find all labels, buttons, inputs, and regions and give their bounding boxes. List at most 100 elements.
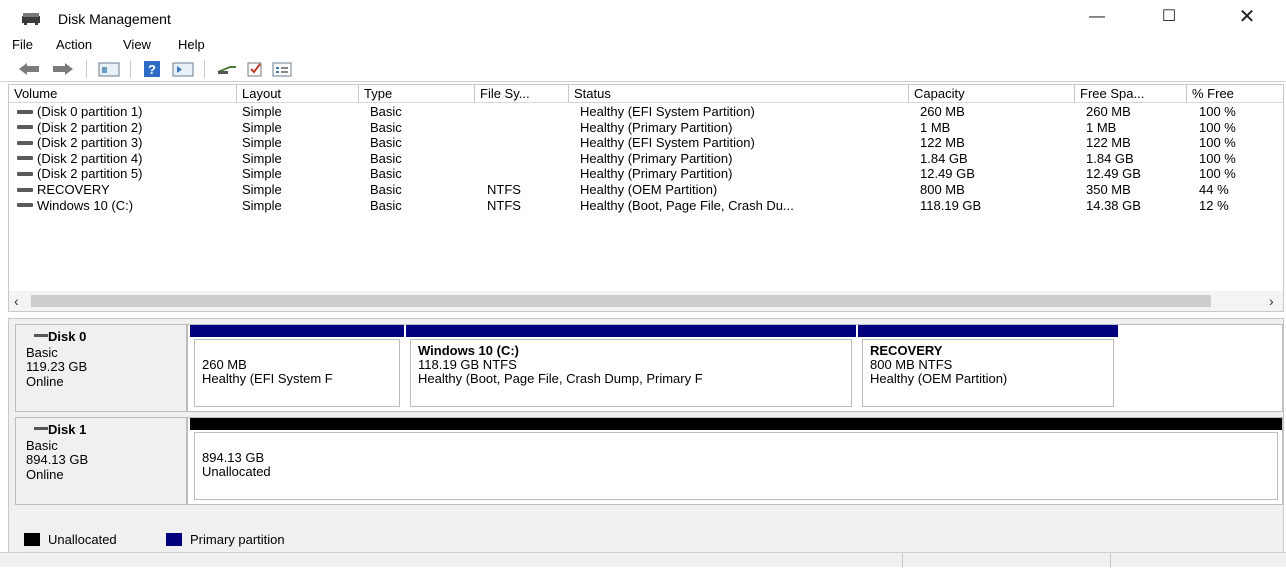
cell-percent-free: 100 % (1199, 135, 1236, 151)
table-row[interactable]: (Disk 2 partition 3) Simple Basic Healthy (… (9, 135, 1283, 151)
column-header-capacity[interactable]: Capacity (909, 85, 1075, 103)
disk-0-label[interactable]: Disk 0 Basic 119.23 GB Online (15, 324, 187, 412)
partition-unallocated[interactable]: 894.13 GB Unallocated (190, 418, 1282, 504)
volume-icon (17, 156, 33, 161)
checkbox-icon[interactable] (246, 60, 264, 78)
cell-percent-free: 100 % (1199, 104, 1236, 119)
help-icon[interactable]: ? (142, 60, 162, 78)
disk-1-label[interactable]: Disk 1 Basic 894.13 GB Online (15, 417, 187, 505)
cell-capacity: 12.49 GB (920, 166, 975, 182)
column-header-percent-free[interactable]: % Free (1187, 85, 1283, 103)
column-header-status[interactable]: Status (569, 85, 909, 103)
volume-name: (Disk 2 partition 2) (37, 119, 143, 135)
table-row[interactable]: RECOVERY Simple Basic NTFS Healthy (OEM Part… (9, 182, 1283, 198)
volume-name: (Disk 2 partition 3) (37, 135, 143, 151)
horizontal-scrollbar[interactable]: ‹ › (9, 291, 1283, 311)
volume-icon (17, 109, 33, 114)
cell-capacity: 260 MB (920, 104, 965, 119)
volume-icon (17, 125, 33, 130)
cell-type: Basic (370, 119, 402, 135)
properties-icon[interactable] (272, 60, 292, 78)
svg-text:?: ? (148, 62, 156, 77)
cell-volume: Windows 10 (C:) (17, 198, 235, 214)
cell-free-space: 122 MB (1086, 135, 1131, 151)
volume-list[interactable]: Volume Layout Type File Sy... Status Cap… (8, 84, 1284, 312)
cell-type: Basic (370, 150, 402, 166)
volume-icon (17, 203, 33, 208)
cell-file-system (487, 151, 567, 167)
partition-size: 894.13 GB (202, 451, 265, 465)
primary-partition-bar (406, 325, 856, 337)
primary-partition-bar (190, 325, 404, 337)
window-title: Disk Management (58, 11, 171, 27)
cell-capacity: 1 MB (920, 119, 951, 135)
cell-file-system: NTFS (487, 182, 521, 197)
cell-percent-free: 12 % (1199, 197, 1229, 213)
scroll-right-icon[interactable]: › (1269, 293, 1274, 309)
column-header-layout[interactable]: Layout (237, 85, 359, 103)
cell-volume: RECOVERY (17, 182, 235, 198)
menu-bar: File Action View Help (0, 34, 1286, 56)
title-bar: Disk Management — ☐ ✕ (0, 0, 1286, 34)
cell-volume: (Disk 2 partition 5) (17, 166, 235, 182)
cell-layout: Simple (242, 104, 282, 119)
maximize-button[interactable]: ☐ (1144, 0, 1194, 34)
table-row[interactable]: (Disk 2 partition 5) Simple Basic Healthy (… (9, 166, 1283, 182)
scroll-left-icon[interactable]: ‹ (14, 293, 19, 309)
status-divider (902, 553, 903, 568)
column-header-free-space[interactable]: Free Spa... (1075, 85, 1187, 103)
menu-view[interactable]: View (123, 37, 151, 52)
cell-layout: Simple (242, 182, 282, 197)
partition-recovery[interactable]: RECOVERY 800 MB NTFS Healthy (OEM Partit… (858, 325, 1118, 411)
cell-volume: (Disk 2 partition 4) (17, 151, 235, 167)
action-pane-icon[interactable] (172, 60, 194, 78)
cell-free-space: 1.84 GB (1086, 150, 1134, 166)
table-row[interactable]: (Disk 2 partition 4) Simple Basic Healthy (… (9, 151, 1283, 167)
console-tree-icon[interactable] (98, 60, 120, 78)
unallocated-swatch (24, 533, 40, 546)
column-header-volume[interactable]: Volume (9, 85, 237, 103)
partition-size: 118.19 GB NTFS (418, 358, 517, 372)
cell-status: Healthy (Boot, Page File, Crash Du... (580, 197, 794, 213)
minimize-button[interactable]: — (1072, 0, 1122, 34)
cell-layout: Simple (242, 119, 282, 135)
close-button[interactable]: ✕ (1222, 0, 1272, 34)
cell-status: Healthy (EFI System Partition) (580, 104, 755, 119)
disk-state: Online (26, 374, 64, 389)
cell-capacity: 122 MB (920, 135, 965, 151)
disk-icon (34, 427, 48, 430)
back-arrow-icon[interactable] (18, 60, 40, 78)
partition-windows-c[interactable]: Windows 10 (C:) 118.19 GB NTFS Healthy (… (406, 325, 856, 411)
scrollbar-thumb[interactable] (31, 295, 1211, 307)
table-row[interactable]: (Disk 0 partition 1) Simple Basic Healthy (… (9, 104, 1283, 120)
forward-arrow-icon[interactable] (52, 60, 74, 78)
partition-status: Healthy (Boot, Page File, Crash Dump, Pr… (418, 372, 703, 386)
column-header-type[interactable]: Type (359, 85, 475, 103)
toolbar-separator (130, 60, 131, 78)
cell-free-space: 12.49 GB (1086, 166, 1141, 182)
table-row[interactable]: (Disk 2 partition 2) Simple Basic Healthy (… (9, 120, 1283, 136)
cell-file-system (487, 166, 567, 182)
disk-graphical-view: Disk 0 Basic 119.23 GB Online 260 MB Hea… (8, 318, 1284, 554)
cell-layout: Simple (242, 197, 282, 213)
partition-status: Healthy (EFI System F (202, 372, 333, 386)
cell-status: Healthy (EFI System Partition) (580, 135, 755, 151)
cell-status: Healthy (OEM Partition) (580, 182, 718, 197)
table-row[interactable]: Windows 10 (C:) Simple Basic NTFS Healthy (B… (9, 198, 1283, 214)
cell-layout: Simple (242, 135, 282, 151)
unallocated-bar (190, 418, 1282, 430)
cell-layout: Simple (242, 150, 282, 166)
cell-status: Healthy (Primary Partition) (580, 150, 733, 166)
volume-icon (17, 187, 33, 192)
partition-efi[interactable]: 260 MB Healthy (EFI System F (190, 325, 404, 411)
column-header-file-system[interactable]: File Sy... (475, 85, 569, 103)
connect-disk-icon[interactable] (216, 60, 238, 78)
cell-free-space: 1 MB (1086, 119, 1117, 135)
menu-help[interactable]: Help (178, 37, 205, 52)
volume-icon (17, 140, 33, 145)
cell-volume: (Disk 2 partition 3) (17, 135, 235, 151)
partition-body: 260 MB Healthy (EFI System F (194, 339, 400, 407)
menu-action[interactable]: Action (56, 37, 92, 52)
volume-name: Windows 10 (C:) (37, 197, 134, 213)
menu-file[interactable]: File (12, 37, 33, 52)
